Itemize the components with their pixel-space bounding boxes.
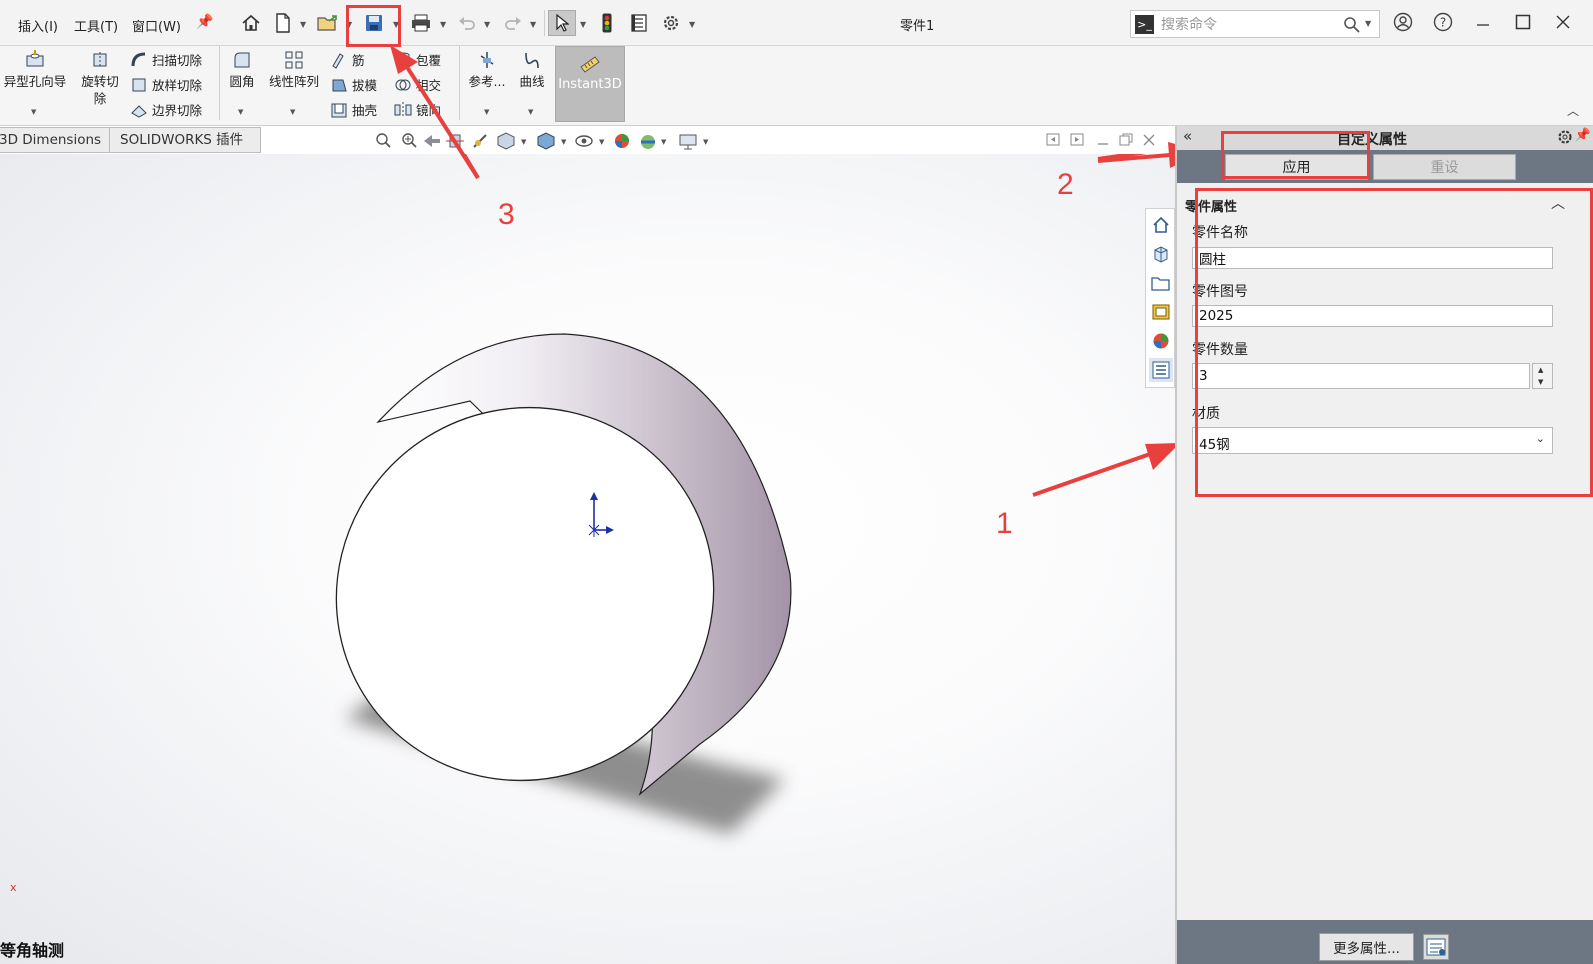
pin-pane-icon[interactable]: 📌 [1575,128,1591,143]
reset-button[interactable]: 重设 [1373,154,1516,180]
property-tab-builder-icon[interactable] [1423,934,1449,960]
pane-settings-gear-icon[interactable] [1557,129,1573,145]
annotation-label-1: 1 [996,507,1013,540]
highlight-properties-box [1195,188,1593,497]
annotation-label-3: 3 [498,198,515,231]
arrow-to-properties [1032,443,1175,497]
highlight-save-box [346,5,401,47]
solidworks-resources-icon[interactable] [1149,213,1173,237]
view-orientation-name: 等角轴测 [0,941,65,960]
task-pane-tabs [1145,208,1175,388]
appearances-scenes-icon[interactable] [1149,329,1173,353]
graphics-viewport[interactable]: 3 2 1 x 等角轴测 [0,154,1175,964]
custom-properties-tab-icon[interactable] [1149,358,1173,382]
file-explorer-icon[interactable] [1149,271,1173,295]
design-library-icon[interactable] [1149,242,1173,266]
reference-triad-x-label: x [10,881,17,894]
pane-footer: 更多属性... [1177,920,1593,964]
collapse-pane-icon[interactable]: « [1183,127,1192,145]
highlight-apply-box [1221,131,1370,179]
annotation-arrows [461,154,1175,497]
view-palette-icon[interactable] [1149,300,1173,324]
more-properties-button[interactable]: 更多属性... [1319,933,1414,961]
